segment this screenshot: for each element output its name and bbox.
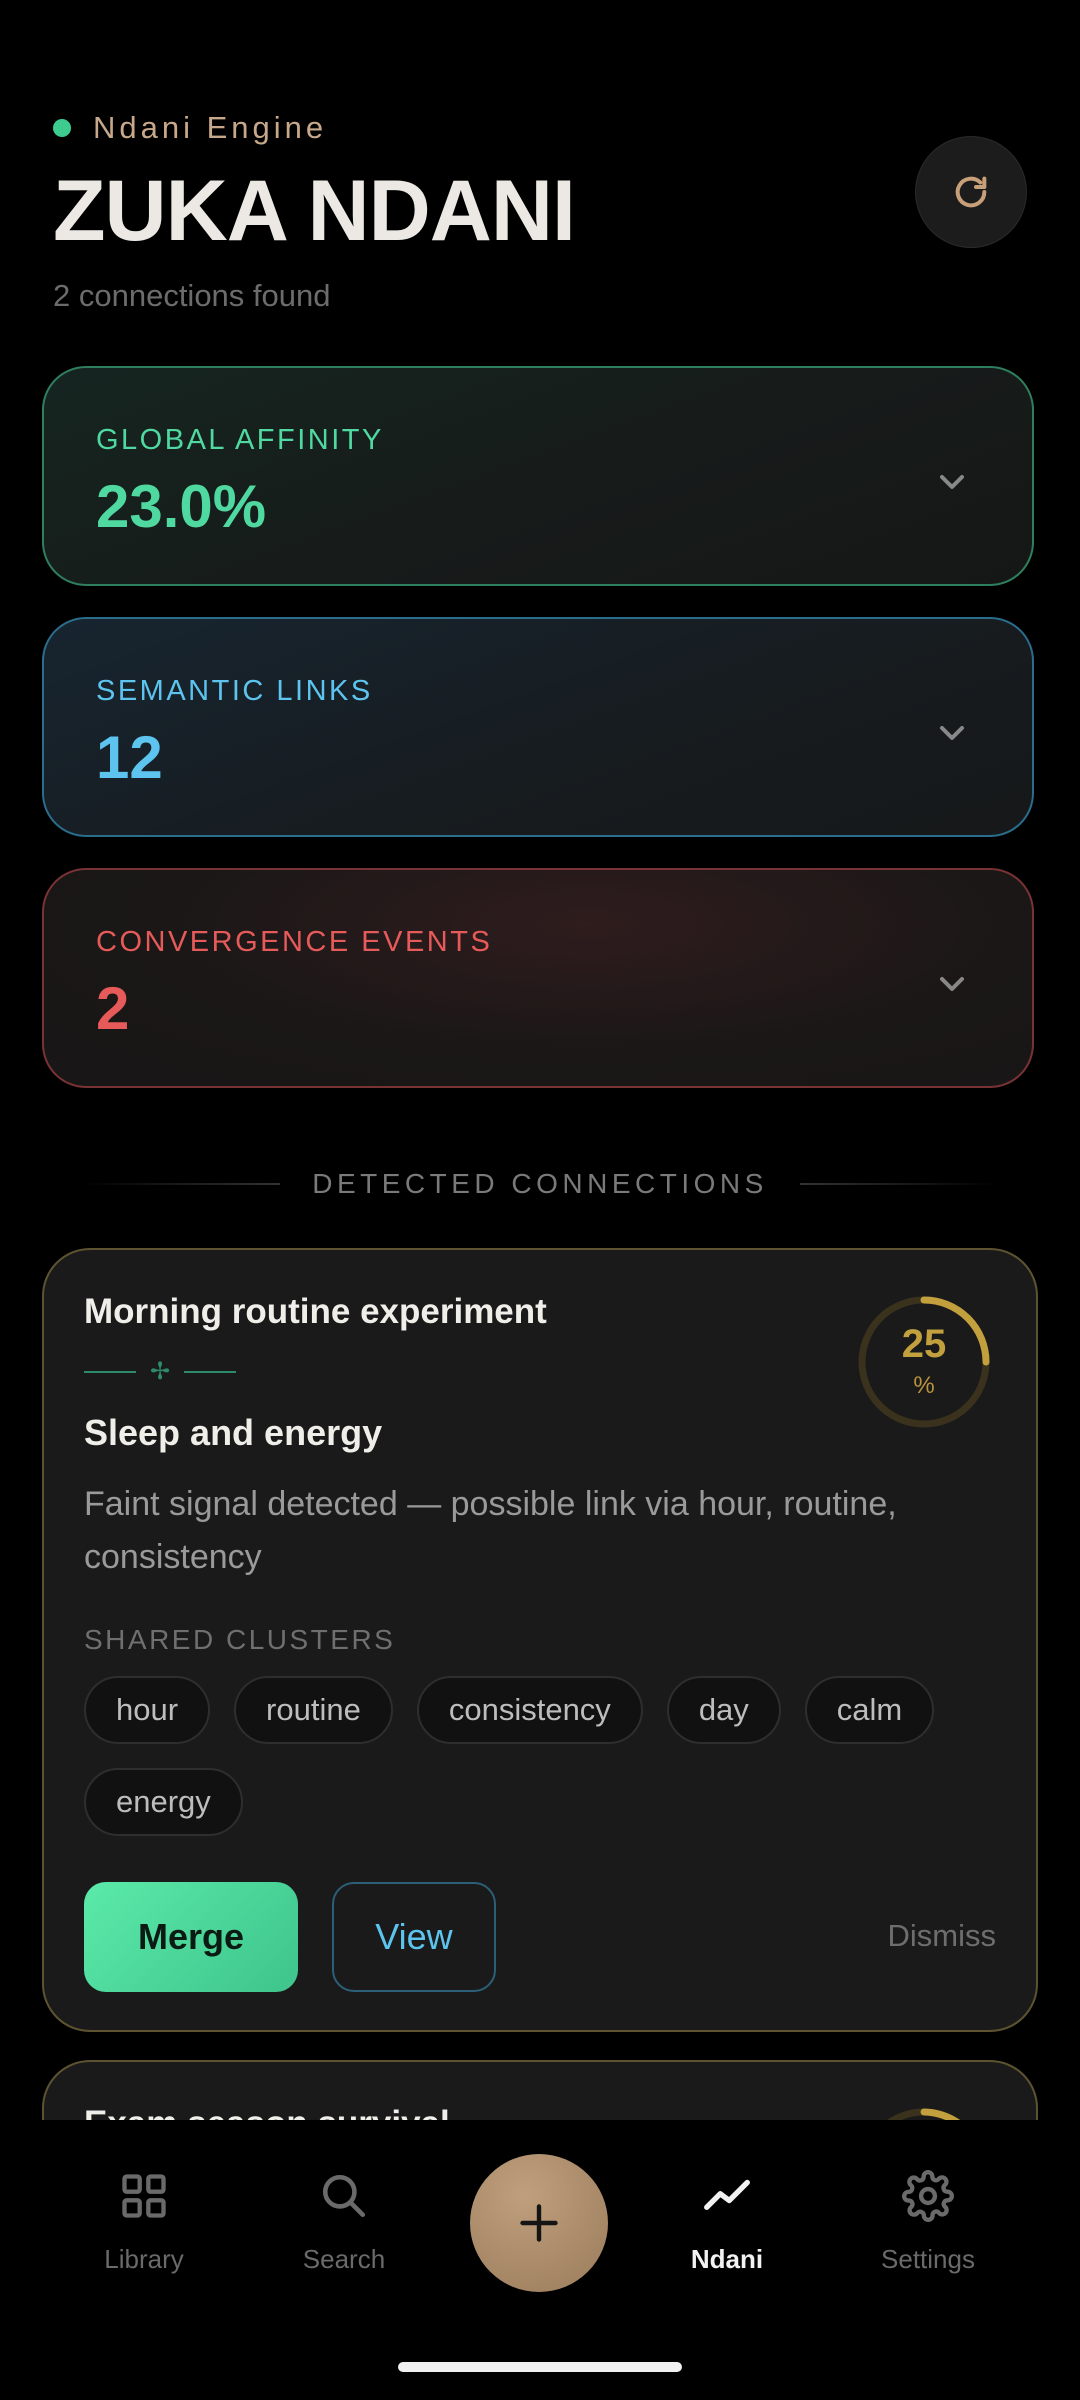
refresh-icon: [955, 176, 987, 208]
add-button[interactable]: [470, 2154, 608, 2292]
nav-label: Search: [302, 2244, 386, 2274]
cluster-chip[interactable]: calm: [804, 1676, 935, 1744]
header: Ndani Engine ZUKA NDANI 2 connections fo…: [53, 110, 1027, 330]
card-actions: Merge View Dismiss: [84, 1882, 996, 1992]
nav-item-library[interactable]: Library: [64, 2166, 224, 2275]
grid-icon: [122, 2174, 166, 2218]
chevron-down-icon[interactable]: [932, 713, 972, 753]
search-icon: [322, 2174, 366, 2218]
stat-label: GLOBAL AFFINITY: [96, 424, 384, 456]
stat-value: 2: [96, 975, 130, 1042]
gauge-value: 25: [901, 1322, 947, 1366]
dismiss-button[interactable]: Dismiss: [888, 1918, 997, 1954]
nav-label: Ndani: [690, 2244, 764, 2274]
sep-line: [84, 1371, 136, 1373]
nav-item-ndani[interactable]: Ndani: [647, 2166, 807, 2275]
semantic-links-card[interactable]: SEMANTIC LINKS 12: [42, 617, 1034, 837]
gauge-unit: %: [913, 1372, 935, 1399]
link-separator: ✢: [84, 1358, 237, 1385]
bottom-nav: Library Search Ndani Settings: [0, 2120, 1080, 2400]
page-title: ZUKA NDANI: [53, 163, 576, 259]
chevron-down-icon[interactable]: [932, 964, 972, 1004]
connections-count: 2 connections found: [53, 278, 331, 313]
stat-value: 12: [96, 724, 163, 791]
cluster-chip[interactable]: energy: [84, 1768, 243, 1836]
cluster-chip[interactable]: day: [666, 1676, 781, 1744]
view-button[interactable]: View: [332, 1882, 496, 1992]
plus-icon: [520, 2204, 558, 2242]
section-divider: DETECTED CONNECTIONS: [80, 1168, 1001, 1200]
convergence-events-card[interactable]: CONVERGENCE EVENTS 2: [42, 868, 1034, 1088]
status-dot: [53, 119, 71, 137]
engine-row: Ndani Engine: [53, 110, 1027, 146]
affinity-gauge: 25 %: [854, 1292, 994, 1432]
engine-name: Ndani Engine: [93, 110, 328, 145]
linked-title[interactable]: Sleep and energy: [84, 1412, 382, 1454]
global-affinity-card[interactable]: GLOBAL AFFINITY 23.0%: [42, 366, 1034, 586]
divider-line: [799, 1183, 1001, 1185]
home-indicator[interactable]: [398, 2362, 682, 2372]
cluster-chips: hour routine consistency day calm energy: [84, 1676, 1004, 1836]
connection-title[interactable]: Morning routine experiment: [84, 1292, 547, 1332]
cluster-chip[interactable]: hour: [84, 1676, 211, 1744]
stat-label: CONVERGENCE EVENTS: [96, 926, 493, 958]
stat-label: SEMANTIC LINKS: [96, 675, 373, 707]
trend-icon: [704, 2179, 750, 2210]
cluster-chip[interactable]: consistency: [416, 1676, 643, 1744]
clusters-label: SHARED CLUSTERS: [84, 1624, 396, 1655]
nav-label: Library: [104, 2244, 184, 2274]
cluster-chip[interactable]: routine: [234, 1676, 393, 1744]
refresh-button[interactable]: [915, 136, 1027, 248]
nav-item-search[interactable]: Search: [264, 2166, 424, 2275]
sep-line: [184, 1371, 237, 1373]
stat-value: 23.0%: [96, 473, 267, 540]
connection-card: Morning routine experiment 25 % ✢ Sleep …: [42, 1248, 1038, 2032]
nav-label: Settings: [881, 2244, 975, 2274]
chevron-down-icon[interactable]: [932, 462, 972, 502]
nav-item-settings[interactable]: Settings: [848, 2166, 1008, 2275]
merge-button[interactable]: Merge: [84, 1882, 298, 1992]
gear-icon: [902, 2170, 954, 2222]
connection-description: Faint signal detected — possible link vi…: [84, 1485, 897, 1576]
divider-line: [80, 1183, 281, 1185]
link-icon: ✢: [150, 1358, 171, 1385]
section-label: DETECTED CONNECTIONS: [312, 1168, 768, 1199]
